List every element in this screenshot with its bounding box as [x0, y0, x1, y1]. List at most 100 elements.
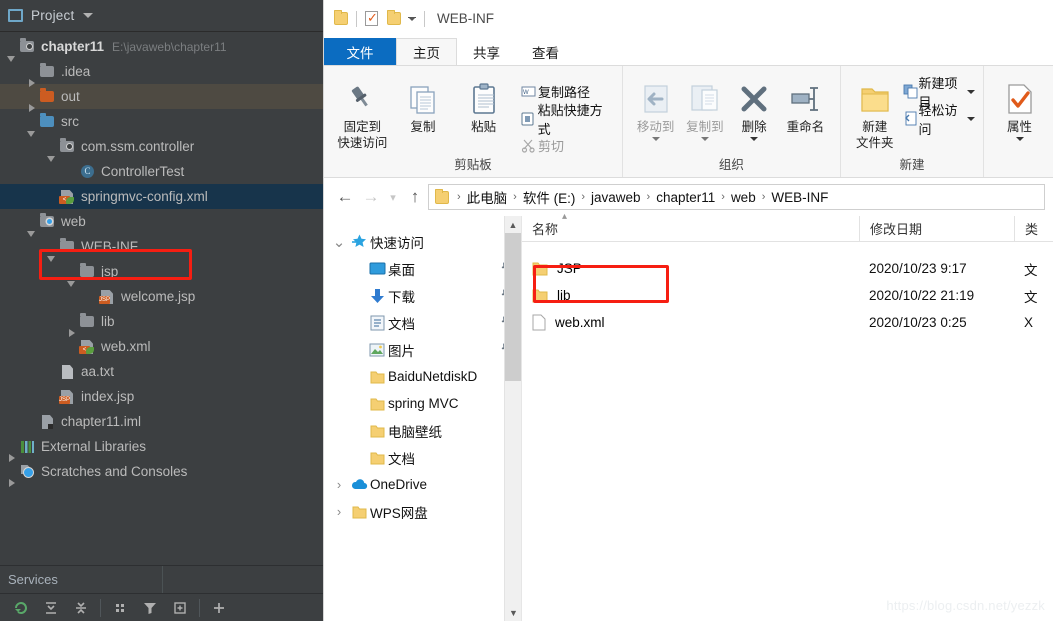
cut-icon — [518, 138, 538, 153]
tree-row[interactable]: src — [0, 109, 323, 137]
move-to-button[interactable]: 移动到 — [631, 74, 680, 141]
copy-to-button[interactable]: 复制到 — [680, 74, 729, 141]
tree-row[interactable]: aa.txt — [0, 359, 323, 384]
chevron-down-icon[interactable] — [651, 137, 660, 141]
tree-row[interactable]: JSP welcome.jsp — [0, 284, 323, 309]
column-header[interactable]: 类 — [1014, 215, 1053, 242]
nav-item[interactable]: › WPS网盘 — [324, 498, 521, 525]
scrollbar-thumb[interactable] — [505, 233, 521, 381]
tree-row[interactable]: External Libraries — [0, 434, 323, 462]
scroll-up-icon[interactable]: ▲ — [505, 216, 521, 233]
chevron-down-icon[interactable] — [1015, 137, 1024, 141]
tree-row[interactable]: jsp — [0, 259, 323, 287]
properties-icon[interactable] — [365, 10, 378, 26]
paste-shortcut-button[interactable]: 粘贴快捷方式 — [518, 103, 614, 137]
tab-view[interactable]: 查看 — [516, 38, 575, 65]
nav-item[interactable]: 桌面 — [324, 255, 521, 282]
new-folder-icon[interactable] — [387, 10, 401, 25]
up-arrow-icon[interactable]: ↑ — [402, 184, 428, 210]
chevron-down-icon[interactable]: ⌄ — [330, 233, 348, 251]
chevron-down-icon[interactable] — [967, 89, 975, 94]
tree-row[interactable]: C ControllerTest — [0, 159, 323, 184]
tree-row[interactable]: chapter11 E:\javaweb\chapter11 — [0, 34, 323, 62]
file-list-rows[interactable]: JSP 2020/10/23 9:17 文 lib 2020/10/22 21:19 文 w… — [522, 255, 1053, 336]
tab-file[interactable]: 文件 — [324, 38, 396, 65]
folder-icon — [366, 397, 388, 411]
tab-home[interactable]: 主页 — [396, 38, 457, 65]
cut-button[interactable]: 剪切 — [518, 134, 614, 157]
nav-item[interactable]: 文档 — [324, 444, 521, 471]
nav-item[interactable]: spring MVC — [324, 390, 521, 417]
column-header[interactable]: 修改日期 — [859, 215, 1014, 242]
ribbon-tabs[interactable]: 文件 主页 共享 查看 — [324, 38, 1053, 65]
breadcrumb-item[interactable]: chapter11 — [652, 190, 719, 205]
chevron-down-icon[interactable] — [700, 137, 709, 141]
filter-icon[interactable] — [135, 595, 165, 621]
tree-row[interactable]: out — [0, 84, 323, 112]
tree-row[interactable]: WEB-INF — [0, 234, 323, 262]
nav-item[interactable]: › OneDrive — [324, 471, 521, 498]
plus-icon[interactable] — [204, 595, 234, 621]
breadcrumb-item[interactable]: 此电脑 — [463, 187, 512, 207]
tab-share[interactable]: 共享 — [457, 38, 516, 65]
tree-row[interactable]: web — [0, 209, 323, 237]
easy-access-button[interactable]: 轻松访问 — [903, 103, 975, 137]
add-tab-icon[interactable] — [165, 595, 195, 621]
table-row[interactable]: lib 2020/10/22 21:19 文 — [522, 282, 1053, 309]
expand-all-icon[interactable] — [36, 595, 66, 621]
navigation-scrollbar[interactable]: ▲ ▼ — [504, 216, 521, 621]
services-tool-window-button[interactable]: Services — [0, 565, 323, 593]
file-list-pane[interactable]: 名称 ▴ 修改日期 类 JSP 2020/10/23 9:17 文 lib 2020/10/2… — [522, 211, 1053, 621]
pin-to-quick-access-button[interactable]: 固定到 快速访问 — [332, 74, 393, 151]
new-folder-button[interactable]: 新建 文件夹 — [849, 74, 901, 151]
tree-row[interactable]: lib — [0, 309, 323, 337]
services-toolbar[interactable] — [0, 593, 323, 621]
collapse-all-icon[interactable] — [66, 595, 96, 621]
forward-arrow-icon[interactable]: → — [358, 184, 384, 210]
chevron-right-icon[interactable]: › — [330, 504, 348, 519]
pin-icon — [345, 78, 379, 116]
breadcrumb[interactable]: › 此电脑 › 软件 (E:) › javaweb › chapter11 › web › WEB-I… — [428, 184, 1045, 210]
tree-row[interactable]: JSP index.jsp — [0, 384, 323, 409]
tree-row[interactable]: chapter11.iml — [0, 409, 323, 434]
table-row[interactable]: web.xml 2020/10/23 0:25 X — [522, 309, 1053, 336]
project-tree[interactable]: chapter11 E:\javaweb\chapter11 .idea out src… — [0, 32, 323, 565]
navigation-pane[interactable]: ⌄ 快速访问 桌面 下载 文档 图片 BaiduNetdiskD spring MVC 电脑壁纸… — [324, 216, 522, 621]
delete-button[interactable]: 删除 — [729, 74, 778, 141]
table-row[interactable]: JSP 2020/10/23 9:17 文 — [522, 255, 1053, 282]
rename-button[interactable]: 重命名 — [779, 74, 832, 135]
navigation-list[interactable]: ⌄ 快速访问 桌面 下载 文档 图片 BaiduNetdiskD spring MVC 电脑壁纸… — [324, 228, 521, 525]
chevron-down-icon[interactable] — [750, 137, 759, 141]
back-arrow-icon[interactable]: ← — [332, 184, 358, 210]
project-tool-window-header[interactable]: Project — [0, 0, 323, 32]
nav-item[interactable]: 图片 — [324, 336, 521, 363]
nav-item[interactable]: ⌄ 快速访问 — [324, 228, 521, 255]
nav-item[interactable]: 电脑壁纸 — [324, 417, 521, 444]
paste-button[interactable]: 粘贴 — [453, 74, 514, 135]
nav-item[interactable]: BaiduNetdiskD — [324, 363, 521, 390]
rerun-icon[interactable] — [6, 595, 36, 621]
recent-locations-icon[interactable]: ▾ — [384, 184, 402, 210]
customize-qat-caret-icon[interactable] — [408, 16, 416, 21]
tree-row[interactable]: com.ssm.controller — [0, 134, 323, 162]
breadcrumb-item[interactable]: WEB-INF — [767, 190, 832, 205]
nav-item[interactable]: 文档 — [324, 309, 521, 336]
tree-row[interactable]: .idea — [0, 59, 323, 87]
chevron-right-icon[interactable]: › — [330, 477, 348, 492]
breadcrumb-item[interactable]: javaweb — [587, 190, 645, 205]
file-list-header[interactable]: 名称 ▴ 修改日期 类 — [522, 211, 1053, 242]
tree-row[interactable]: Scratches and Consoles — [0, 459, 323, 487]
breadcrumb-item[interactable]: 软件 (E:) — [519, 187, 580, 207]
chevron-down-icon[interactable] — [967, 116, 975, 121]
chevron-down-icon[interactable] — [83, 13, 94, 18]
folder-icon[interactable] — [334, 10, 348, 25]
tree-row[interactable]: < springmvc-config.xml — [0, 184, 323, 209]
group-by-icon[interactable] — [105, 595, 135, 621]
copy-button[interactable]: 复制 — [393, 74, 454, 135]
properties-button[interactable]: 属性 — [994, 74, 1045, 141]
scroll-down-icon[interactable]: ▼ — [505, 604, 521, 621]
tree-row[interactable]: < web.xml — [0, 334, 323, 359]
nav-item[interactable]: 下载 — [324, 282, 521, 309]
column-header[interactable]: 名称 ▴ — [522, 211, 859, 242]
breadcrumb-item[interactable]: web — [727, 190, 760, 205]
